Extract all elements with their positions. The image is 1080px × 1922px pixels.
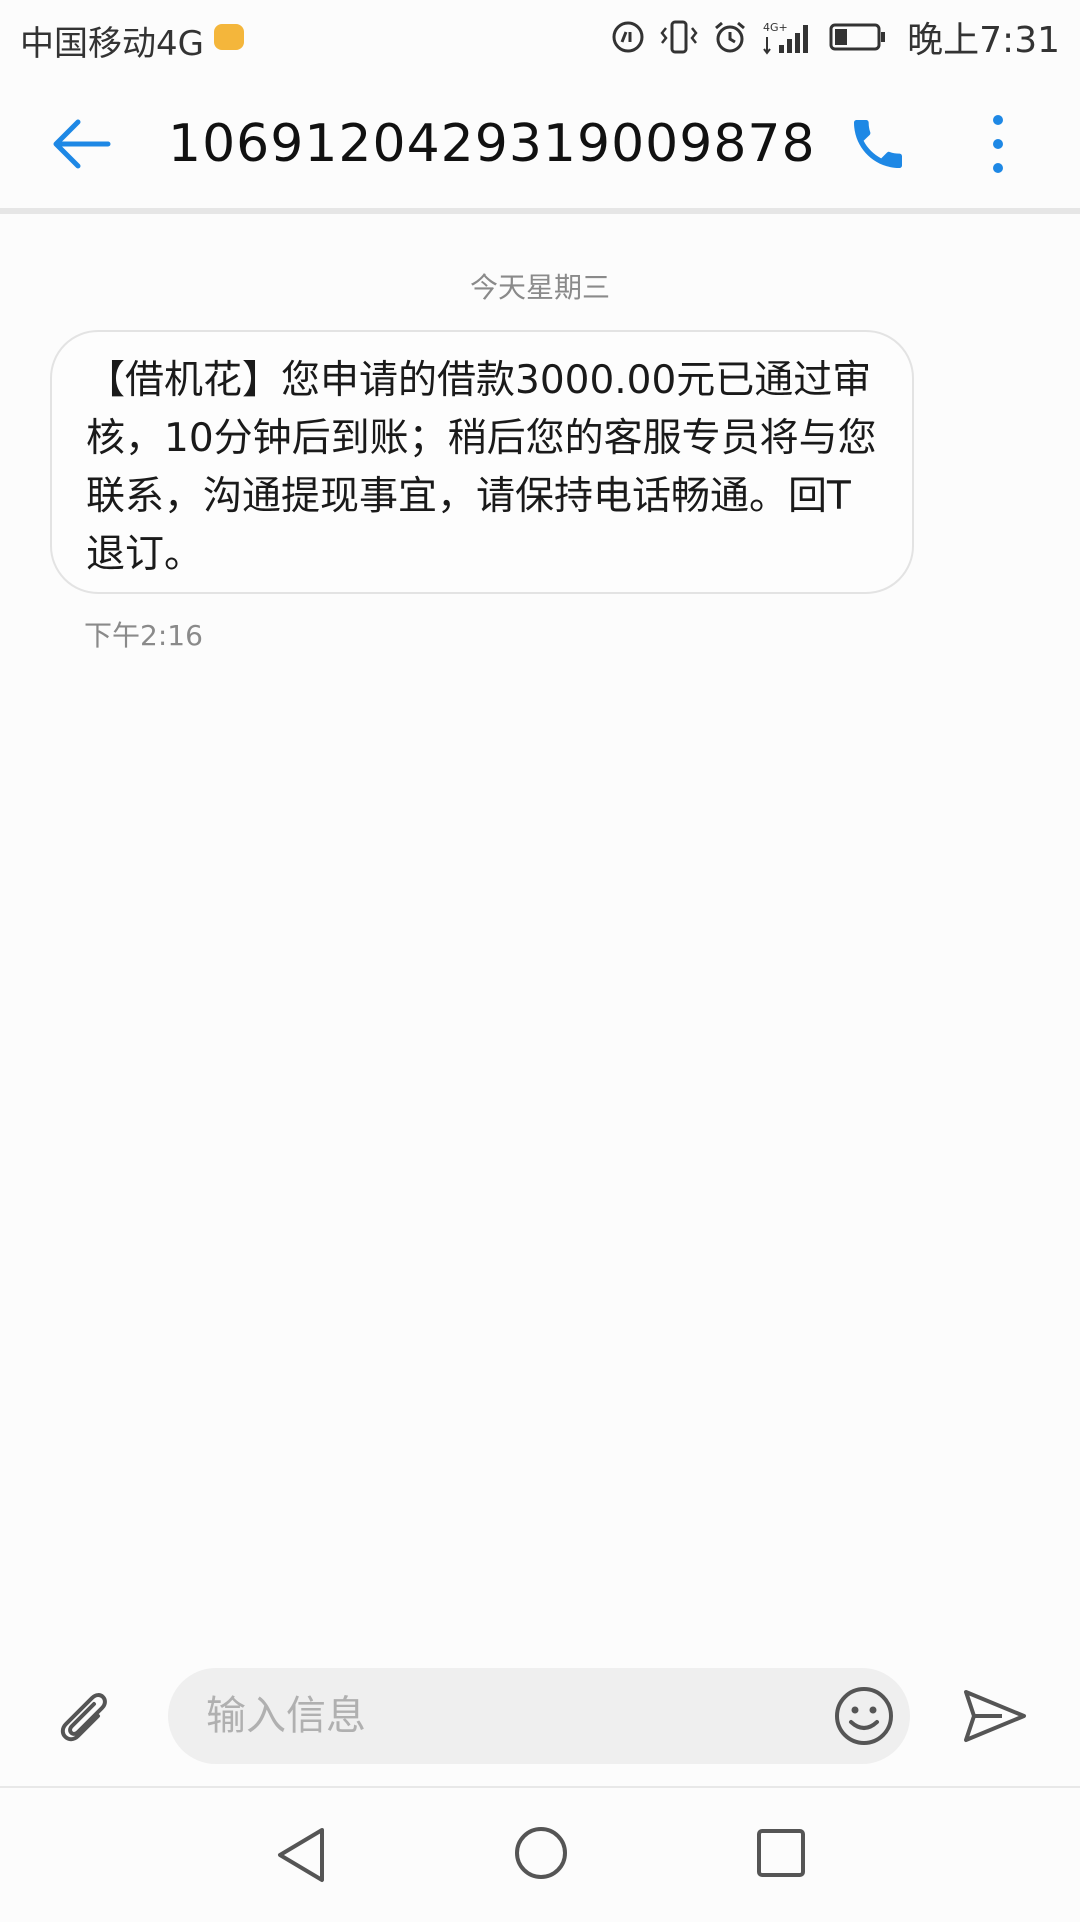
- paperclip-icon: [60, 1693, 107, 1742]
- battery-icon: [829, 23, 886, 51]
- emoji-button[interactable]: [832, 1684, 896, 1748]
- nav-recent-icon: [757, 1829, 805, 1877]
- nav-back-icon: [278, 1828, 324, 1882]
- call-button[interactable]: [846, 112, 910, 176]
- compose-bar: [0, 1640, 1080, 1790]
- more-vert-icon: [993, 115, 1003, 173]
- date-separator: 今天星期三: [469, 271, 610, 304]
- vibrate-icon: [660, 20, 698, 54]
- nav-home-icon: [515, 1827, 567, 1879]
- send-icon: [964, 1690, 1026, 1742]
- attach-button[interactable]: [54, 1686, 116, 1748]
- carrier-app-badge-icon: [214, 24, 244, 50]
- phone-icon: [854, 120, 902, 168]
- back-arrow-icon: [53, 119, 111, 169]
- app-bar-divider: [0, 208, 1080, 214]
- hd-call-icon: [612, 21, 644, 53]
- message-text: 【借机花】您申请的借款3000.00元已通过审核，10分钟后到账；稍后您的客服专…: [86, 358, 877, 577]
- conversation-title: 10691204293190098​78: [168, 114, 816, 174]
- more-options-button[interactable]: [976, 110, 1020, 178]
- status-icons: 4G+ 晚上7:31: [611, 12, 1060, 62]
- carrier-label: 中国移动4G: [20, 24, 204, 64]
- status-time: 晚上7:31: [907, 20, 1060, 61]
- message-input[interactable]: [168, 1668, 910, 1764]
- message-bubble[interactable]: 【借机花】您申请的借款3000.00元已通过审核，10分钟后到账；稍后您的客服专…: [50, 330, 914, 594]
- smiley-icon: [835, 1687, 893, 1745]
- nav-home-button[interactable]: [512, 1824, 570, 1882]
- system-nav-bar: [0, 1786, 1080, 1922]
- nav-back-button[interactable]: [272, 1824, 330, 1886]
- back-button[interactable]: [50, 112, 114, 176]
- app-bar: 10691204293190098​78: [0, 76, 1080, 210]
- svg-text:4G+: 4G+: [763, 21, 788, 34]
- alarm-icon: [715, 21, 746, 53]
- 4g-signal-icon: 4G+: [763, 21, 809, 55]
- message-time: 下午2:16: [84, 619, 203, 652]
- nav-recent-button[interactable]: [752, 1824, 810, 1882]
- send-button[interactable]: [962, 1686, 1028, 1746]
- status-bar: 中国移动4G 4G+ 晚上7:31: [0, 0, 1080, 76]
